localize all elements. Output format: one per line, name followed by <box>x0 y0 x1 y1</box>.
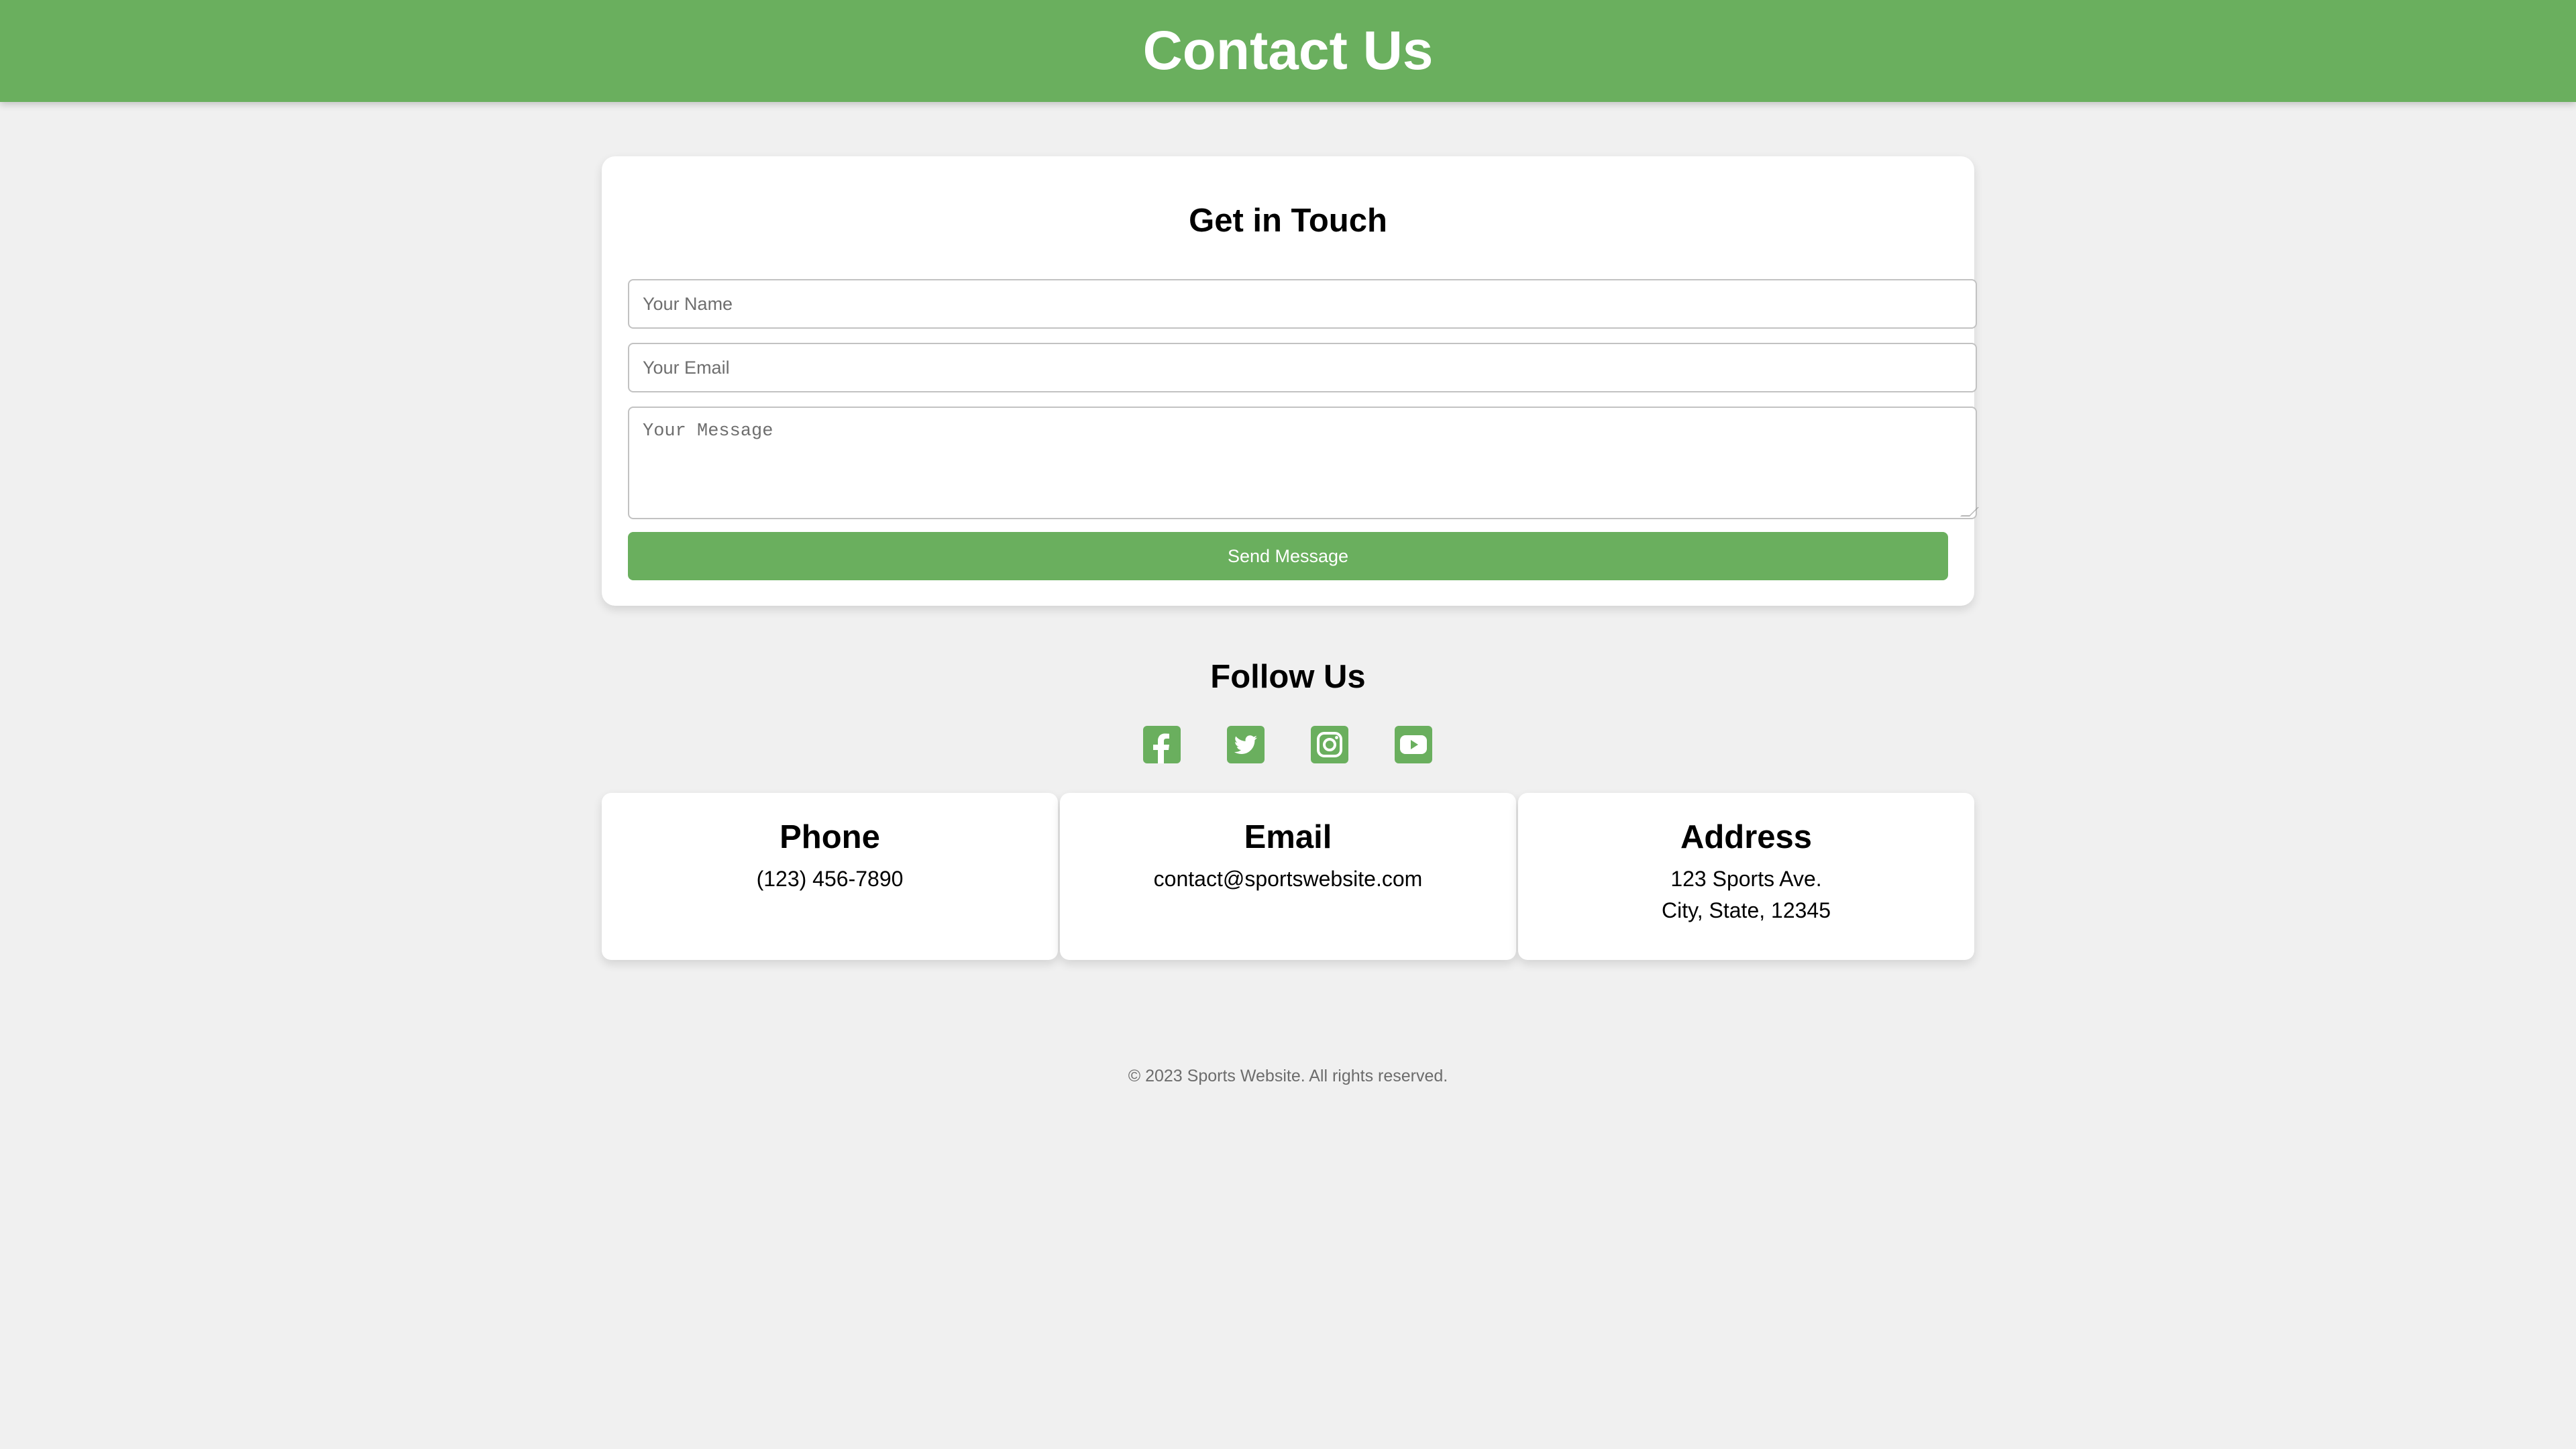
name-input[interactable] <box>628 279 1977 329</box>
instagram-icon[interactable] <box>1311 726 1348 763</box>
address-title: Address <box>1680 819 1813 855</box>
follow-us-title: Follow Us <box>1210 659 1366 695</box>
address-card: Address 123 Sports Ave. City, State, 123… <box>1518 793 1974 960</box>
site-header: Contact Us <box>0 0 2576 102</box>
address-line-1: 123 Sports Ave. <box>1670 867 1822 891</box>
phone-value: (123) 456-7890 <box>756 867 904 891</box>
phone-card: Phone (123) 456-7890 <box>602 793 1058 960</box>
page-title: Contact Us <box>1142 20 1434 81</box>
footer-copyright: © 2023 Sports Website. All rights reserv… <box>1128 1067 1448 1085</box>
twitter-icon[interactable] <box>1227 726 1265 763</box>
message-textarea[interactable] <box>628 407 1977 519</box>
email-title: Email <box>1244 819 1332 855</box>
email-value: contact@sportswebsite.com <box>1153 867 1423 891</box>
email-input[interactable] <box>628 343 1977 392</box>
youtube-icon[interactable] <box>1395 726 1432 763</box>
form-title: Get in Touch <box>1189 203 1387 239</box>
email-card: Email contact@sportswebsite.com <box>1060 793 1516 960</box>
send-message-button[interactable]: Send Message <box>628 532 1948 580</box>
facebook-icon[interactable] <box>1143 726 1181 763</box>
phone-title: Phone <box>780 819 880 855</box>
address-line-2: City, State, 12345 <box>1662 898 1831 922</box>
social-links <box>0 726 2576 763</box>
contact-form-card: Get in Touch Send Message <box>602 156 1979 606</box>
